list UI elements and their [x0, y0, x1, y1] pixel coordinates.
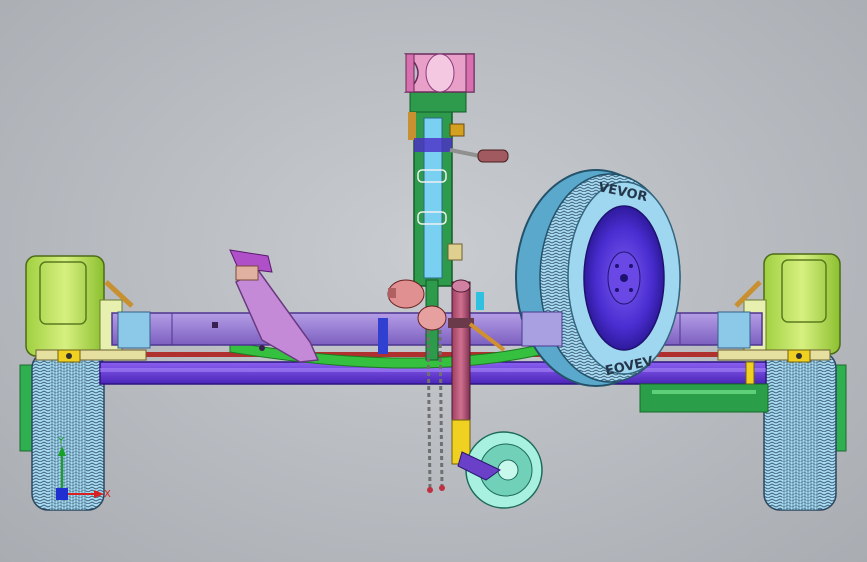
spare-tire[interactable]: VEVOR EOVEV — [515, 169, 681, 387]
triad-z-axis — [56, 488, 68, 500]
spare-mount — [521, 311, 563, 347]
jockey-wheel[interactable] — [457, 431, 543, 509]
triad-x-label: X — [104, 489, 111, 500]
left-hanger — [117, 311, 151, 349]
left-mount-plate — [35, 349, 147, 363]
cable-hook — [447, 243, 463, 261]
right-hanger — [717, 311, 751, 349]
right-mount-plate — [717, 349, 831, 363]
winch-roller[interactable] — [403, 53, 475, 93]
light-clip — [476, 292, 484, 310]
right-wheel[interactable] — [763, 351, 847, 511]
winch-handle[interactable] — [449, 148, 509, 163]
right-tray — [639, 383, 769, 413]
trailer-model: VEVOR EOVEV X Y — [19, 53, 847, 511]
center-bracket — [378, 318, 388, 354]
triad-y-label: Y — [57, 436, 65, 447]
cad-viewport[interactable]: VEVOR EOVEV X Y — [0, 0, 867, 562]
left-fender[interactable] — [25, 255, 123, 357]
